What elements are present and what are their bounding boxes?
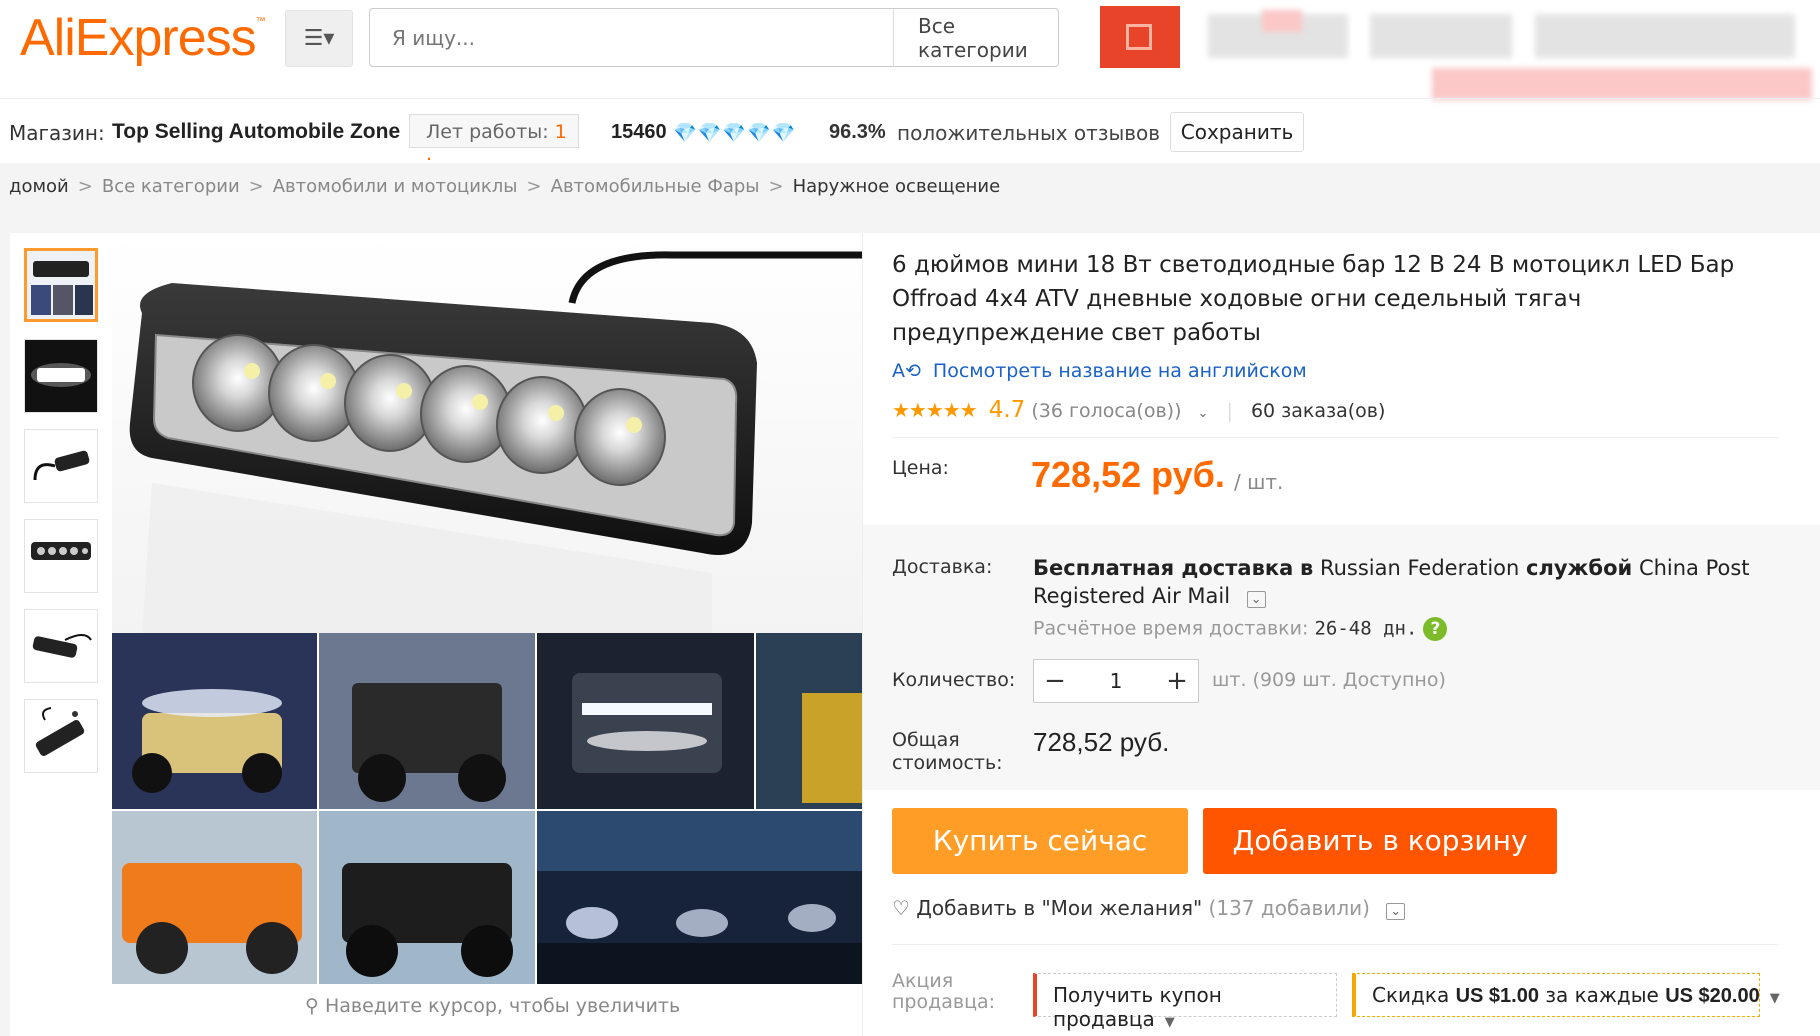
page-gap (0, 209, 1820, 233)
thumbnail-6[interactable] (24, 699, 98, 773)
zoom-hint: ⚲ Наведите курсор, чтобы увеличить (305, 995, 681, 1017)
thumbnail-4[interactable] (24, 519, 98, 593)
thumbnail-3[interactable] (24, 429, 98, 503)
breadcrumb: домой > Все категории > Автомобили и мотоцик… (9, 176, 1001, 197)
main-product-image[interactable] (112, 233, 862, 633)
get-coupon-dropdown[interactable]: Получить купон продавца ▼ (1033, 973, 1337, 1031)
price-label: Цена: (892, 457, 949, 479)
usage-photo-collage (112, 633, 862, 984)
menu-icon: ☰▾ (303, 26, 335, 51)
shipping-label: Доставка: (892, 556, 993, 578)
search-input[interactable] (370, 8, 893, 67)
page-left-margin (0, 233, 10, 1036)
divider (892, 944, 1778, 945)
logo-text: AliExpress (20, 9, 257, 67)
help-icon[interactable]: ? (1423, 617, 1448, 641)
heart-icon: ♡ (892, 896, 910, 920)
store-years-badge: Лет работы: 1 . (409, 114, 579, 165)
add-to-cart-button[interactable]: Добавить в корзину (1203, 808, 1557, 874)
breadcrumb-home[interactable]: домой (9, 176, 69, 197)
delivery-estimate: Расчётное время доставки: 26-48 дн. ? (1033, 617, 1448, 641)
collage-image (112, 633, 862, 984)
account-area-blurred[interactable] (1535, 14, 1795, 58)
votes-link[interactable]: (36 голоса(ов)) (1031, 400, 1181, 422)
orders-count: 60 заказа(ов) (1250, 400, 1386, 422)
add-to-wishlist-link[interactable]: ♡ Добавить в "Мои желания" (137 добавили… (892, 896, 1406, 920)
seller-promo-label: Акция продавца: (892, 970, 996, 1013)
search-bar: Все категории (369, 8, 1059, 67)
chevron-down-icon: ▼ (1769, 991, 1780, 1006)
rating-row: ★★★★★ 4.7 (36 голоса(ов)) ⌄ | 60 заказа(… (892, 397, 1385, 423)
thumbnail-1[interactable] (24, 248, 98, 322)
aliexpress-logo[interactable]: AliExpress™ (20, 8, 266, 68)
cart-badge-blurred (1262, 10, 1302, 32)
thumbnail-image (25, 700, 97, 772)
positive-feedback-dropdown[interactable]: положительных отзывов⌄ (897, 121, 1181, 145)
quantity-stepper: − 1 + (1033, 659, 1199, 703)
price-value: 728,52 руб. (1031, 454, 1225, 495)
save-store-button[interactable]: Сохранить (1170, 112, 1304, 152)
led-bar-image (129, 251, 862, 633)
positive-feedback-percent: 96.3% (829, 121, 886, 143)
wishlist-area-blurred[interactable] (1370, 14, 1512, 58)
divider (892, 437, 1778, 438)
chevron-down-icon[interactable]: ⌄ (1386, 903, 1406, 920)
translate-icon: A⟲ (892, 360, 921, 382)
breadcrumb-auto-moto[interactable]: Автомобили и мотоциклы (273, 176, 518, 197)
search-category-select[interactable]: Все категории (893, 9, 1058, 66)
chevron-down-icon[interactable]: ⌄ (1198, 406, 1209, 421)
category-menu-button[interactable]: ☰▾ (285, 10, 353, 67)
chevron-down-icon: ▼ (1164, 1015, 1175, 1030)
total-price: 728,52 руб. (1033, 727, 1170, 757)
quantity-increase-button[interactable]: + (1156, 666, 1198, 696)
magnifier-icon: ⚲ (305, 995, 325, 1017)
breadcrumb-current: Наружное освещение (792, 176, 1001, 197)
search-button[interactable] (1100, 6, 1180, 68)
breadcrumb-all-categories[interactable]: Все категории (102, 176, 240, 197)
shipping-options-dropdown[interactable]: ⌄ (1246, 591, 1266, 608)
rating-value: 4.7 (988, 397, 1026, 423)
shipping-info: Бесплатная доставка в Russian Federation… (1033, 556, 1750, 608)
rating-stars: ★★★★★ (892, 398, 978, 422)
store-score: 15460 (611, 121, 667, 143)
availability-text: шт. (909 шт. Доступно) (1212, 669, 1446, 691)
thumbnail-5[interactable] (24, 609, 98, 683)
divider: | (1226, 400, 1233, 422)
discount-dropdown[interactable]: Скидка US $1.00 за каждые US $20.00 ▼ (1352, 973, 1780, 1017)
thumbnail-image (25, 340, 97, 412)
product-title: 6 дюймов мини 18 Вт светодиодные бар 12 … (892, 252, 1735, 346)
thumbnail-2[interactable] (24, 339, 98, 413)
breadcrumb-headlights[interactable]: Автомобильные Фары (551, 176, 760, 197)
total-label: Общая стоимость: (892, 729, 1003, 774)
diamond-icon: 💎💎💎💎💎 (673, 122, 797, 144)
price-unit: / шт. (1234, 470, 1284, 494)
quantity-label: Количество: (892, 669, 1016, 691)
store-name-link[interactable]: Top Selling Automobile Zone (112, 120, 400, 144)
thumbnail-image (25, 610, 97, 682)
quantity-input[interactable]: 1 (1076, 669, 1156, 693)
thumbnail-image (27, 251, 95, 319)
thumbnail-image (25, 520, 97, 592)
buy-now-button[interactable]: Купить сейчас (892, 808, 1188, 874)
thumbnail-image (25, 430, 97, 502)
account-promo-blurred (1432, 68, 1812, 100)
store-label: Магазин: (9, 121, 105, 145)
translate-title-link[interactable]: A⟲ Посмотреть название на английском (892, 360, 1307, 382)
quantity-decrease-button[interactable]: − (1034, 666, 1076, 696)
